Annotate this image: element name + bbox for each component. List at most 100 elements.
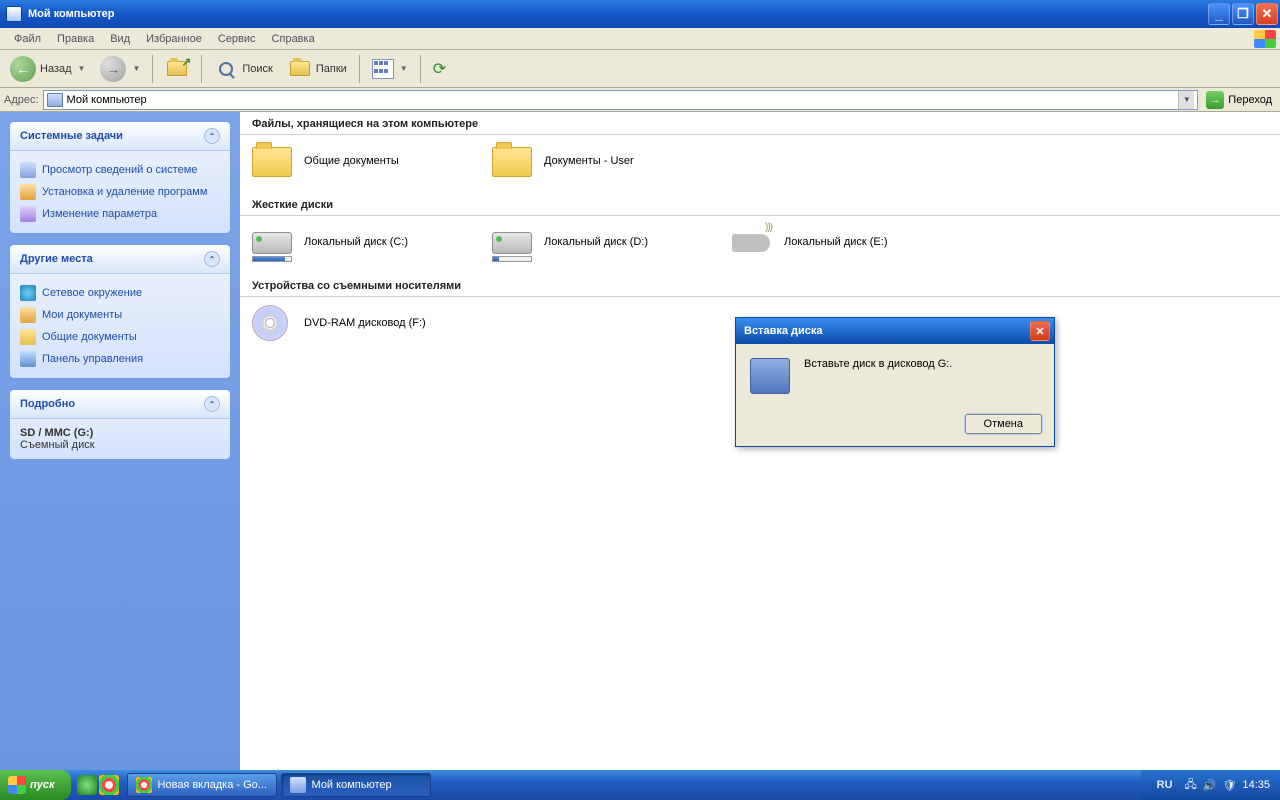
views-button[interactable]: ▼ (366, 55, 414, 83)
taskbar: пуск Новая вкладка - Go... Мой компьютер… (0, 770, 1280, 800)
item-user-documents[interactable]: Документы - User (492, 143, 702, 179)
usb-drive-icon (732, 234, 770, 252)
menu-help[interactable]: Справка (264, 30, 323, 48)
folders-button[interactable]: Папки (282, 53, 353, 85)
details-type: Съемный диск (20, 439, 95, 451)
cancel-button[interactable]: Отмена (965, 414, 1042, 434)
item-shared-documents[interactable]: Общие документы (252, 143, 462, 179)
details-name: SD / MMC (G:) (20, 427, 93, 439)
folder-icon (20, 329, 36, 345)
panel-other-places: Другие места ⌃ Сетевое окружение Мои док… (10, 245, 230, 378)
disk-icon (750, 358, 790, 394)
address-input[interactable]: Мой компьютер ▼ (43, 90, 1199, 110)
dialog-close-button[interactable]: ✕ (1030, 321, 1050, 341)
link-shared-documents[interactable]: Общие документы (20, 326, 220, 348)
item-disk-d[interactable]: Локальный диск (D:) (492, 224, 702, 260)
menu-file[interactable]: Файл (6, 30, 49, 48)
forward-button[interactable]: → ▼ (94, 52, 146, 86)
section-header-removable: Устройства со съемными носителями (240, 274, 1280, 297)
quick-launch (71, 775, 125, 795)
search-icon (219, 62, 233, 76)
close-button[interactable]: ✕ (1256, 3, 1278, 25)
back-arrow-icon: ← (10, 56, 36, 82)
menu-favorites[interactable]: Избранное (138, 30, 210, 48)
dialog-titlebar[interactable]: Вставка диска ✕ (736, 318, 1054, 344)
menu-view[interactable]: Вид (102, 30, 138, 48)
views-icon (372, 59, 394, 79)
tray-network-icon[interactable]: 🖧 (1185, 776, 1197, 795)
minimize-button[interactable]: _ (1208, 3, 1230, 25)
chevron-down-icon: ▼ (400, 64, 408, 73)
panel-header[interactable]: Системные задачи ⌃ (10, 122, 230, 151)
item-disk-c[interactable]: Локальный диск (C:) (252, 224, 462, 260)
task-chrome[interactable]: Новая вкладка - Go... (127, 773, 277, 797)
folder-icon (290, 61, 310, 76)
collapse-icon[interactable]: ⌃ (204, 251, 220, 267)
addressbar: Адрес: Мой компьютер ▼ → Переход (0, 88, 1280, 112)
toolbar: ← Назад ▼ → ▼ ↗ Поиск Папки ▼ ⟳ (0, 50, 1280, 88)
control-panel-icon (20, 351, 36, 367)
window-title: Мой компьютер (28, 8, 115, 20)
sidebar: Системные задачи ⌃ Просмотр сведений о с… (0, 112, 240, 770)
item-disk-e[interactable]: Локальный диск (E:) (732, 224, 942, 260)
link-add-remove-programs[interactable]: Установка и удаление программ (20, 181, 220, 203)
computer-icon (6, 6, 22, 22)
clock[interactable]: 14:35 (1242, 779, 1270, 791)
collapse-icon[interactable]: ⌃ (204, 396, 220, 412)
system-tray: RU 🖧 🔊 🛡 14:35 (1141, 770, 1280, 800)
address-label: Адрес: (4, 94, 39, 106)
forward-arrow-icon: → (100, 56, 126, 82)
insert-disk-dialog: Вставка диска ✕ Вставьте диск в дисковод… (735, 317, 1055, 447)
hdd-icon (252, 232, 292, 254)
settings-icon (20, 206, 36, 222)
ql-utorrent-icon[interactable] (77, 775, 97, 795)
link-control-panel[interactable]: Панель управления (20, 348, 220, 370)
section-header-hdd: Жесткие диски (240, 193, 1280, 216)
chevron-down-icon: ▼ (132, 64, 140, 73)
computer-icon (47, 93, 63, 107)
refresh-button[interactable]: ⟳ (427, 55, 452, 83)
tray-volume-icon[interactable]: 🔊 (1203, 779, 1217, 792)
link-network[interactable]: Сетевое окружение (20, 282, 220, 304)
panel-header[interactable]: Подробно ⌃ (10, 390, 230, 419)
documents-icon (20, 307, 36, 323)
info-icon (20, 162, 36, 178)
content-area: Файлы, хранящиеся на этом компьютере Общ… (240, 112, 1280, 770)
folder-icon (252, 147, 292, 177)
network-icon (20, 285, 36, 301)
menu-edit[interactable]: Правка (49, 30, 102, 48)
up-arrow-icon: ↗ (181, 55, 191, 69)
dialog-message: Вставьте диск в дисковод G:. (804, 358, 952, 400)
go-arrow-icon: → (1206, 91, 1224, 109)
start-button[interactable]: пуск (0, 770, 71, 800)
menubar: Файл Правка Вид Избранное Сервис Справка (0, 28, 1280, 50)
language-indicator[interactable]: RU (1151, 779, 1179, 791)
windows-logo-icon (8, 776, 26, 794)
link-change-setting[interactable]: Изменение параметра (20, 203, 220, 225)
maximize-button[interactable]: ❐ (1232, 3, 1254, 25)
chevron-down-icon: ▼ (78, 64, 86, 73)
programs-icon (20, 184, 36, 200)
panel-system-tasks: Системные задачи ⌃ Просмотр сведений о с… (10, 122, 230, 233)
go-button[interactable]: → Переход (1202, 89, 1276, 111)
windows-flag-icon (1254, 30, 1276, 48)
link-system-info[interactable]: Просмотр сведений о системе (20, 159, 220, 181)
up-button[interactable]: ↗ (159, 53, 195, 85)
chrome-icon (136, 777, 152, 793)
folder-icon (492, 147, 532, 177)
cd-icon (252, 305, 288, 341)
item-dvd-drive[interactable]: DVD-RAM дисковод (F:) (252, 305, 462, 341)
task-mycomputer[interactable]: Мой компьютер (281, 773, 431, 797)
address-dropdown[interactable]: ▼ (1178, 91, 1194, 109)
search-button[interactable]: Поиск (208, 53, 278, 85)
panel-header[interactable]: Другие места ⌃ (10, 245, 230, 274)
collapse-icon[interactable]: ⌃ (204, 128, 220, 144)
link-my-documents[interactable]: Мои документы (20, 304, 220, 326)
usage-bar (252, 256, 292, 262)
computer-icon (290, 777, 306, 793)
menu-tools[interactable]: Сервис (210, 30, 264, 48)
back-button[interactable]: ← Назад ▼ (4, 52, 91, 86)
ql-chrome-icon[interactable] (99, 775, 119, 795)
hdd-icon (492, 232, 532, 254)
tray-shield-icon[interactable]: 🛡 (1223, 779, 1237, 792)
